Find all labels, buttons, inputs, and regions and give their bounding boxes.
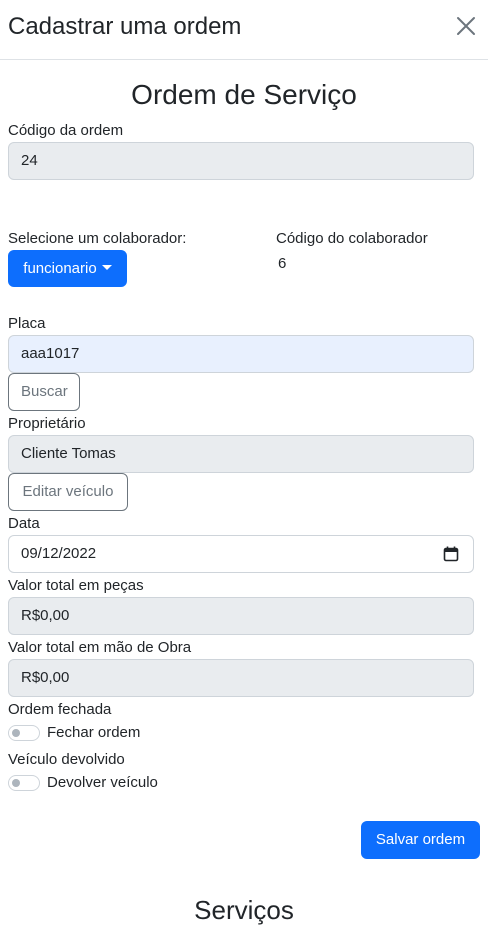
order-closed-label: Ordem fechada (8, 701, 112, 718)
collaborator-select-label: Selecione um colaborador: (8, 230, 187, 247)
search-button[interactable]: Buscar (8, 373, 80, 411)
parts-total-field: R$0,00 (8, 597, 474, 635)
save-order-button[interactable]: Salvar ordem (361, 821, 480, 859)
close-button[interactable] (452, 12, 480, 40)
collaborator-dropdown-value: funcionario (23, 260, 97, 277)
plate-label: Placa (8, 315, 46, 332)
collaborator-code-value: 6 (278, 255, 287, 272)
order-code-label: Código da ordem (8, 122, 124, 139)
plate-input[interactable]: aaa1017 (8, 335, 474, 373)
labor-total-label: Valor total em mão de Obra (8, 639, 192, 656)
edit-vehicle-button[interactable]: Editar veículo (8, 473, 128, 511)
owner-label: Proprietário (8, 415, 86, 432)
date-input[interactable]: 09/12/2022 (8, 535, 474, 573)
labor-total-field: R$0,00 (8, 659, 474, 697)
toggle-knob (12, 779, 20, 787)
parts-total-label: Valor total em peças (8, 577, 144, 594)
collaborator-code-label: Código do colaborador (276, 230, 428, 247)
form-heading: Ordem de Serviço (131, 79, 357, 110)
return-vehicle-switch-label: Devolver veículo (47, 774, 158, 791)
vehicle-returned-label: Veículo devolvido (8, 751, 125, 768)
date-label: Data (8, 515, 40, 532)
close-order-switch-label: Fechar ordem (47, 724, 141, 741)
collaborator-dropdown[interactable]: funcionario (8, 250, 127, 287)
order-code-field: 24 (8, 142, 474, 180)
date-value: 09/12/2022 (21, 545, 97, 562)
toggle-knob (12, 729, 20, 737)
close-order-switch[interactable]: Fechar ordem (8, 722, 158, 744)
modal-title: Cadastrar uma ordem (8, 13, 242, 40)
close-order-toggle[interactable] (8, 725, 40, 741)
return-vehicle-switch[interactable]: Devolver veículo (8, 772, 178, 794)
services-heading: Serviços (194, 895, 294, 925)
owner-field: Cliente Tomas (8, 435, 474, 473)
return-vehicle-toggle[interactable] (8, 775, 40, 791)
caret-down-icon (101, 265, 112, 270)
calendar-icon[interactable] (443, 546, 459, 562)
modal-header: Cadastrar uma ordem (0, 0, 488, 60)
close-icon (457, 17, 475, 35)
